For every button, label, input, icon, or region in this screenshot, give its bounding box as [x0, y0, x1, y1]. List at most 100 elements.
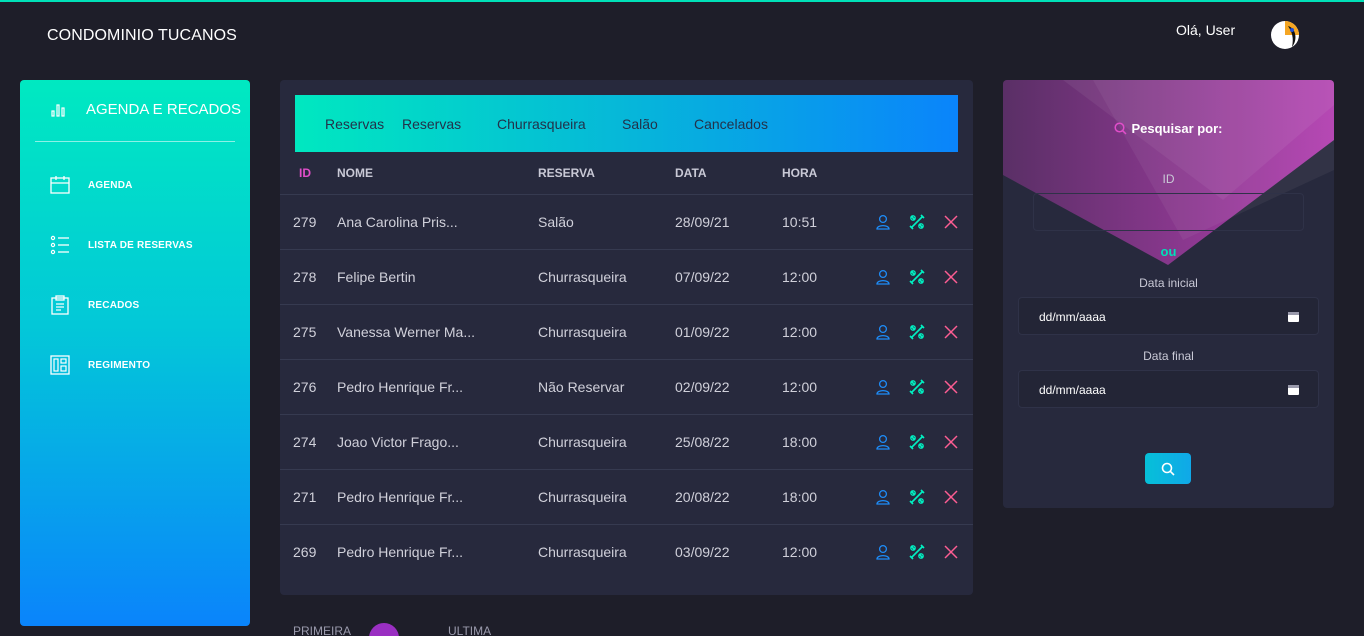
cell-hora: 12:00 — [782, 379, 818, 395]
search-icon — [1114, 122, 1128, 135]
column-header-hora[interactable]: HORA — [782, 166, 817, 180]
tab-cancelados[interactable]: Cancelados — [694, 116, 768, 132]
tools-icon[interactable] — [909, 544, 925, 560]
search-title: Pesquisar por: — [1003, 121, 1334, 136]
clipboard-icon — [51, 295, 69, 315]
tab-churrasqueira[interactable]: Churrasqueira — [497, 116, 586, 132]
start-date-placeholder: dd/mm/aaaa — [1039, 310, 1106, 324]
user-icon[interactable] — [875, 269, 891, 285]
sidebar: AGENDA E RECADOS AGENDA LISTA DE RESERVA… — [20, 80, 250, 626]
end-date-placeholder: dd/mm/aaaa — [1039, 383, 1106, 397]
end-date-input[interactable]: dd/mm/aaaa — [1018, 370, 1319, 408]
top-accent-line — [0, 0, 1364, 2]
user-icon[interactable] — [875, 544, 891, 560]
table-row: 271 Pedro Henrique Fr... Churrasqueira 20/0… — [280, 469, 973, 524]
close-icon[interactable] — [943, 489, 959, 505]
cell-reserva: Churrasqueira — [538, 489, 627, 505]
sidebar-item-recados[interactable]: RECADOS — [50, 295, 139, 315]
calendar-picker-icon[interactable] — [1287, 383, 1300, 396]
sidebar-divider — [35, 141, 235, 142]
pagination-first[interactable]: PRIMEIRA — [293, 624, 351, 636]
tools-icon[interactable] — [909, 214, 925, 230]
cell-hora: 12:00 — [782, 269, 818, 285]
cell-reserva: Churrasqueira — [538, 324, 627, 340]
or-label: ou — [1160, 244, 1177, 259]
start-date-label: Data inicial — [1139, 276, 1198, 290]
cell-nome: Pedro Henrique Fr... — [337, 544, 464, 560]
sidebar-item-label: AGENDA — [88, 179, 133, 191]
table-row: 275 Vanessa Werner Ma... Churrasqueira 01/0… — [280, 304, 973, 359]
sidebar-title: AGENDA E RECADOS — [86, 101, 242, 118]
column-header-nome[interactable]: NOME — [337, 166, 373, 180]
column-header-data[interactable]: DATA — [675, 166, 707, 180]
close-icon[interactable] — [943, 544, 959, 560]
user-icon[interactable] — [875, 214, 891, 230]
cell-hora: 18:00 — [782, 434, 818, 450]
close-icon[interactable] — [943, 269, 959, 285]
table-row: 269 Pedro Henrique Fr... Churrasqueira 03/0… — [280, 524, 973, 579]
table-row: 274 Joao Victor Frago... Churrasqueira 25/0… — [280, 414, 973, 469]
id-input[interactable] — [1033, 193, 1304, 231]
cell-hora: 12:00 — [782, 544, 818, 560]
brand-title: CONDOMINIO TUCANOS — [47, 27, 237, 44]
sidebar-item-regimento[interactable]: REGIMENTO — [50, 355, 150, 375]
pagination-last[interactable]: ULTIMA — [448, 624, 491, 636]
tools-icon[interactable] — [909, 269, 925, 285]
sidebar-item-lista-de-reservas[interactable]: LISTA DE RESERVAS — [50, 235, 193, 255]
column-header-reserva[interactable]: RESERVA — [538, 166, 595, 180]
cell-id: 278 — [293, 269, 317, 285]
cell-id: 276 — [293, 379, 317, 395]
close-icon[interactable] — [943, 324, 959, 340]
sidebar-item-label: RECADOS — [88, 299, 140, 311]
avatar[interactable] — [1270, 20, 1300, 50]
cell-id: 274 — [293, 434, 317, 450]
cell-nome: Joao Victor Frago... — [337, 434, 459, 450]
cell-data: 28/09/21 — [675, 214, 730, 230]
user-icon[interactable] — [875, 324, 891, 340]
tab-salao[interactable]: Salão — [622, 116, 658, 132]
cell-id: 279 — [293, 214, 317, 230]
cell-data: 03/09/22 — [675, 544, 730, 560]
tools-icon[interactable] — [909, 379, 925, 395]
tab-bar: Reservas Reservas Churrasqueira Salão Ca… — [295, 95, 958, 152]
pagination-current-page[interactable] — [369, 623, 399, 636]
cell-data: 25/08/22 — [675, 434, 730, 450]
cell-data: 20/08/22 — [675, 489, 730, 505]
sidebar-header: AGENDA E RECADOS — [50, 101, 241, 118]
cell-nome: Felipe Bertin — [337, 269, 416, 285]
search-submit-button[interactable] — [1145, 453, 1191, 484]
tab-reservas[interactable]: Reservas — [325, 116, 384, 132]
cell-id: 271 — [293, 489, 317, 505]
cell-data: 02/09/22 — [675, 379, 730, 395]
cell-data: 07/09/22 — [675, 269, 730, 285]
building-icon — [50, 355, 70, 375]
cell-nome: Pedro Henrique Fr... — [337, 379, 464, 395]
cell-reserva: Churrasqueira — [538, 434, 627, 450]
cell-id: 269 — [293, 544, 317, 560]
calendar-icon — [50, 176, 70, 194]
table-row: 276 Pedro Henrique Fr... Não Reservar 02/09… — [280, 359, 973, 414]
sidebar-item-label: LISTA DE RESERVAS — [88, 239, 193, 251]
tools-icon[interactable] — [909, 489, 925, 505]
user-icon[interactable] — [875, 379, 891, 395]
bar-chart-icon — [51, 103, 65, 117]
cell-reserva: Churrasqueira — [538, 544, 627, 560]
cell-hora: 12:00 — [782, 324, 818, 340]
close-icon[interactable] — [943, 434, 959, 450]
user-icon[interactable] — [875, 434, 891, 450]
user-icon[interactable] — [875, 489, 891, 505]
sidebar-item-agenda[interactable]: AGENDA — [50, 175, 133, 195]
close-icon[interactable] — [943, 214, 959, 230]
cell-reserva: Salão — [538, 214, 574, 230]
start-date-input[interactable]: dd/mm/aaaa — [1018, 297, 1319, 335]
cell-reserva: Não Reservar — [538, 379, 625, 395]
tools-icon[interactable] — [909, 324, 925, 340]
column-header-id[interactable]: ID — [299, 166, 311, 180]
cell-data: 01/09/22 — [675, 324, 730, 340]
list-icon — [50, 235, 69, 255]
cell-nome: Vanessa Werner Ma... — [337, 324, 475, 340]
calendar-picker-icon[interactable] — [1287, 310, 1300, 323]
close-icon[interactable] — [943, 379, 959, 395]
tools-icon[interactable] — [909, 434, 925, 450]
tab-reservas-2[interactable]: Reservas — [402, 116, 461, 132]
